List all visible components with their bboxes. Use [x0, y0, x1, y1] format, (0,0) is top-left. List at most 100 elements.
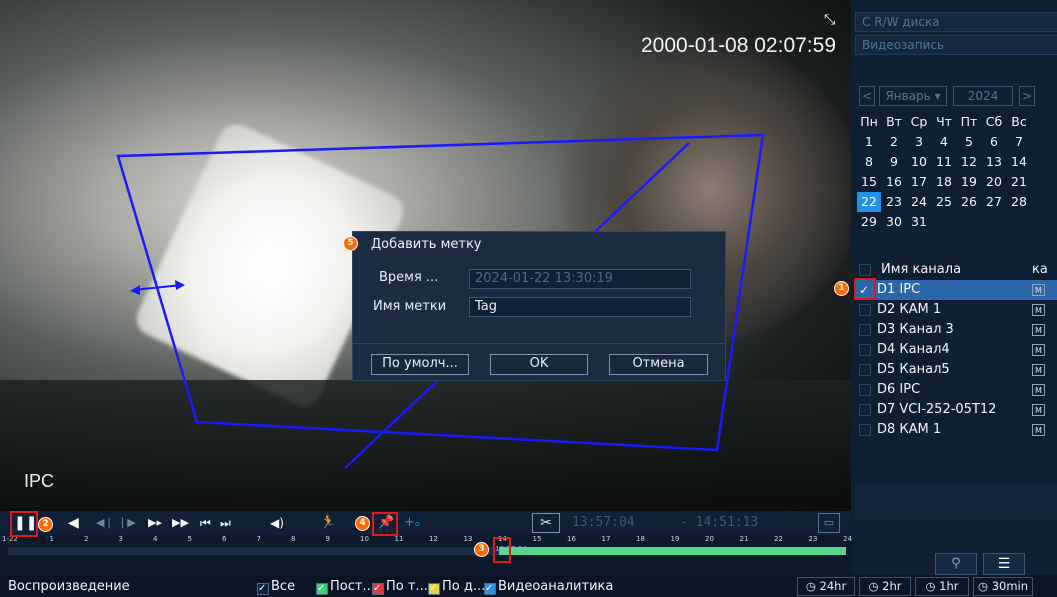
fullscreen-icon[interactable]: ⤡ [824, 12, 835, 28]
channel-checkbox[interactable] [859, 324, 871, 336]
calendar-day[interactable]: 22 [857, 192, 881, 212]
calendar-day[interactable]: 14 [1007, 152, 1031, 172]
filter-checkbox[interactable]: ✓ [316, 583, 328, 595]
cancel-button[interactable]: Отмена [609, 354, 708, 375]
smart-search-button[interactable]: ⚲ [935, 553, 977, 575]
calendar-week: 1234567 [857, 132, 1057, 152]
main-stream-badge[interactable]: M [1032, 304, 1045, 316]
calendar-day[interactable]: 4 [932, 132, 956, 152]
select-all-checkbox[interactable] [859, 264, 871, 276]
calendar-prev-button[interactable]: < [859, 86, 875, 106]
calendar-day[interactable]: 11 [932, 152, 956, 172]
calendar-day[interactable]: 8 [857, 152, 881, 172]
motion-icon[interactable]: 🏃 [320, 514, 336, 532]
search-icon: ⚲ [951, 556, 961, 571]
record-type-filter[interactable]: ✓ Все [257, 579, 295, 595]
filter-checkbox[interactable]: ✓ [428, 583, 440, 595]
reverse-play-button[interactable]: ◀ [68, 514, 79, 532]
calendar-day[interactable]: 15 [857, 172, 881, 192]
previous-file-button[interactable]: ⏮ [200, 514, 211, 532]
calendar-day[interactable]: 7 [1007, 132, 1031, 152]
calendar-day[interactable]: 29 [857, 212, 881, 232]
main-stream-badge[interactable]: M [1032, 424, 1045, 436]
channel-row[interactable]: D5 Канал5 M [855, 360, 1057, 380]
filter-checkbox[interactable]: ✓ [372, 583, 384, 595]
year-field[interactable]: 2024 [953, 86, 1013, 106]
calendar-day[interactable]: 17 [907, 172, 931, 192]
calendar-day[interactable]: 23 [882, 192, 906, 212]
step-back-button[interactable]: ◀❘ [96, 514, 114, 532]
calendar-day[interactable]: 25 [932, 192, 956, 212]
clock-icon: ◷ [868, 579, 883, 593]
channel-row[interactable]: D8 КАМ 1 M [855, 420, 1057, 440]
channel-checkbox[interactable] [859, 304, 871, 316]
channel-checkbox[interactable] [859, 364, 871, 376]
channel-checkbox[interactable] [859, 424, 871, 436]
calendar-day[interactable]: 6 [982, 132, 1006, 152]
channel-row[interactable]: D2 КАМ 1 M [855, 300, 1057, 320]
ok-button[interactable]: OK [490, 354, 588, 375]
calendar-day[interactable]: 3 [907, 132, 931, 152]
calendar-day[interactable]: 31 [907, 212, 931, 232]
main-stream-badge[interactable]: M [1032, 404, 1045, 416]
slow-play-button[interactable]: ▶▸ [148, 514, 162, 532]
channel-row[interactable]: D4 Канал4 M [855, 340, 1057, 360]
step-forward-button[interactable]: ❘▶ [118, 514, 136, 532]
channel-row[interactable]: ✓ D1 IPC M [855, 280, 1057, 300]
calendar-day[interactable]: 21 [1007, 172, 1031, 192]
save-clip-button[interactable]: ▭ [818, 513, 840, 533]
calendar-day[interactable]: 10 [907, 152, 931, 172]
main-stream-badge[interactable]: M [1032, 284, 1045, 296]
record-type-filter[interactable]: ✓ Видеоаналитика [484, 579, 613, 595]
calendar-day[interactable]: 13 [982, 152, 1006, 172]
channel-checkbox[interactable] [859, 344, 871, 356]
calendar-day[interactable]: 1 [857, 132, 881, 152]
calendar-day[interactable]: 18 [932, 172, 956, 192]
channel-checkbox[interactable] [859, 384, 871, 396]
zoom-button[interactable]: ◷ 24hr [797, 577, 855, 596]
clip-button[interactable]: ✂ [532, 513, 560, 533]
record-type-filter[interactable]: ✓ По д... [428, 579, 485, 595]
calendar-day[interactable]: 27 [982, 192, 1006, 212]
zoom-button[interactable]: ◷ 2hr [859, 577, 911, 596]
record-type-filter[interactable]: ✓ Пост... [316, 579, 375, 595]
calendar-day[interactable]: 9 [882, 152, 906, 172]
calendar-day[interactable]: 24 [907, 192, 931, 212]
calendar-day[interactable]: 2 [882, 132, 906, 152]
calendar-next-button[interactable]: > [1019, 86, 1035, 106]
disk-source-select[interactable]: С R/W диска [855, 12, 1057, 32]
fast-play-button[interactable]: ▶▶ [172, 514, 189, 532]
main-stream-badge[interactable]: M [1032, 324, 1045, 336]
zoom-button[interactable]: ◷ 1hr [915, 577, 969, 596]
calendar-day[interactable]: 26 [957, 192, 981, 212]
hour-tick: 9 [325, 535, 330, 543]
calendar-day[interactable]: 30 [882, 212, 906, 232]
channel-row[interactable]: D3 Канал 3 M [855, 320, 1057, 340]
filter-checkbox[interactable]: ✓ [257, 583, 269, 595]
calendar-day[interactable]: 12 [957, 152, 981, 172]
channel-row[interactable]: D6 IPC M [855, 380, 1057, 400]
channel-row[interactable]: D7 VCI-252-05T12 M [855, 400, 1057, 420]
next-file-button[interactable]: ⏭ [220, 514, 231, 532]
main-stream-badge[interactable]: M [1032, 364, 1045, 376]
hour-tick: 5 [187, 535, 192, 543]
volume-icon[interactable]: ◀) [270, 514, 284, 532]
calendar-day[interactable]: 16 [882, 172, 906, 192]
calendar-day[interactable]: 5 [957, 132, 981, 152]
calendar-day[interactable]: 28 [1007, 192, 1031, 212]
default-button[interactable]: По умолч... [371, 354, 469, 375]
filter-checkbox[interactable]: ✓ [484, 583, 496, 595]
record-type-select[interactable]: Видеозапись [855, 35, 1057, 55]
main-stream-badge[interactable]: M [1032, 344, 1045, 356]
calendar-day[interactable]: 19 [957, 172, 981, 192]
file-list-button[interactable]: ☰ [983, 553, 1025, 575]
zoom-button[interactable]: ◷ 30min [973, 577, 1033, 596]
tag-name-input[interactable]: Tag [469, 297, 691, 317]
custom-tag-icon[interactable]: +ₒ [404, 514, 420, 532]
main-stream-badge[interactable]: M [1032, 384, 1045, 396]
channel-checkbox[interactable] [859, 404, 871, 416]
calendar-day[interactable]: 20 [982, 172, 1006, 192]
record-type-filter[interactable]: ✓ По т... [372, 579, 428, 595]
month-select[interactable]: Январь ▾ [879, 86, 947, 106]
timeline[interactable]: 1-22 1 2 3 4 5 6 7 8 9 10 11 12 13 14 15 16 17 18 19 20 21 22… [0, 535, 852, 557]
